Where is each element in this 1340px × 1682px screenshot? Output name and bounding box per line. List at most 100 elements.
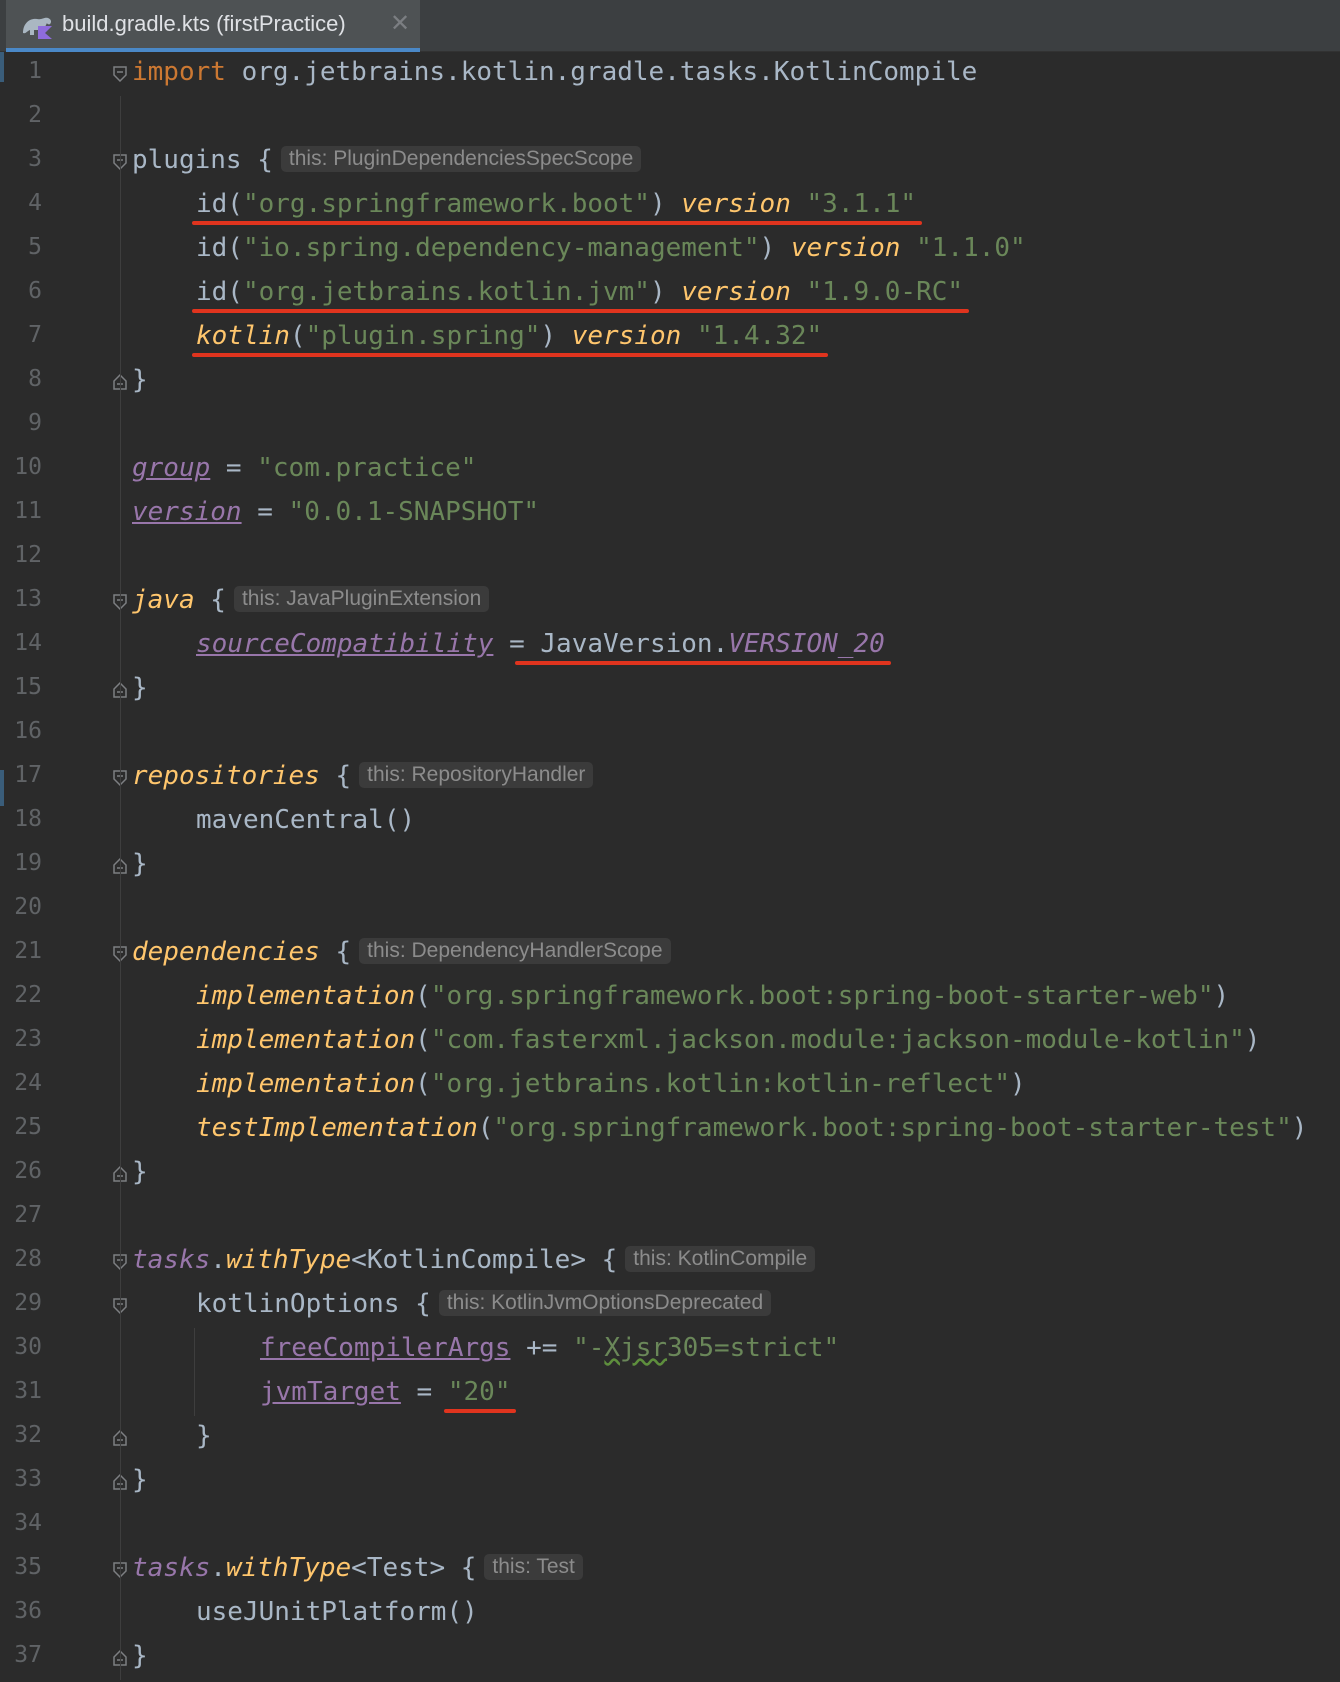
line-number: 21 xyxy=(14,938,42,964)
code-text: } xyxy=(132,1641,148,1671)
code-line[interactable]: 18 mavenCentral() xyxy=(0,800,1340,844)
code-line[interactable]: 2 xyxy=(0,96,1340,140)
code-token: ) xyxy=(1291,1113,1308,1143)
code-line[interactable]: 8} xyxy=(0,360,1340,404)
code-token: } xyxy=(132,673,148,703)
close-icon[interactable]: ✕ xyxy=(390,9,410,37)
red-underline-annotation xyxy=(443,1409,517,1413)
code-token: <KotlinCompile> { xyxy=(351,1245,618,1275)
code-line[interactable]: 26} xyxy=(0,1152,1340,1196)
code-text: dependencies {this: DependencyHandlerSco… xyxy=(132,937,671,967)
code-token: = xyxy=(400,1377,448,1407)
code-token: ( xyxy=(477,1113,494,1143)
code-line[interactable]: 5 id("io.spring.dependency-management") v… xyxy=(0,228,1340,272)
code-text: id("org.springframework.boot") version "… xyxy=(196,189,916,219)
code-text: id("org.jetbrains.kotlin.jvm") version "… xyxy=(196,277,963,307)
code-line[interactable]: 16 xyxy=(0,712,1340,756)
line-number: 33 xyxy=(14,1466,42,1492)
code-token: "com.fasterxml.jackson.module:jackson-mo… xyxy=(430,1025,1245,1055)
code-text: kotlinOptions {this: KotlinJvmOptionsDep… xyxy=(196,1289,772,1319)
code-text: } xyxy=(132,365,148,395)
code-text: implementation("org.springframework.boot… xyxy=(196,981,1229,1011)
code-text: } xyxy=(132,1157,148,1187)
code-line[interactable]: 13 java {this: JavaPluginExtension xyxy=(0,580,1340,624)
code-token: "io.spring.dependency-management" xyxy=(242,233,760,263)
code-line[interactable]: 37} xyxy=(0,1636,1340,1680)
line-number: 24 xyxy=(14,1070,42,1096)
code-token: "3.1.1" xyxy=(806,189,917,219)
code-line[interactable]: 35 tasks.withType<Test> {this: Test xyxy=(0,1548,1340,1592)
code-token: freeCompilerArgs xyxy=(260,1333,511,1363)
code-token: plugins { xyxy=(132,145,273,175)
code-token: version xyxy=(571,321,682,351)
code-line[interactable]: 36 useJUnitPlatform() xyxy=(0,1592,1340,1636)
code-line[interactable]: 28 tasks.withType<KotlinCompile> {this: K… xyxy=(0,1240,1340,1284)
line-number: 26 xyxy=(14,1158,42,1184)
code-token: "plugin.spring" xyxy=(305,321,541,351)
inlay-type-hint: this: KotlinJvmOptionsDeprecated xyxy=(438,1290,772,1316)
fold-collapse-icon[interactable] xyxy=(112,66,128,82)
code-text: } xyxy=(132,1465,148,1495)
code-line[interactable]: 33} xyxy=(0,1460,1340,1504)
code-text: useJUnitPlatform() xyxy=(196,1597,478,1627)
line-number: 34 xyxy=(14,1510,42,1536)
code-token: "org.springframework.boot" xyxy=(242,189,650,219)
code-line[interactable]: 22 implementation("org.springframework.bo… xyxy=(0,976,1340,1020)
code-text: repositories {this: RepositoryHandler xyxy=(132,761,594,791)
editor-tab-build-gradle-kts[interactable]: build.gradle.kts (firstPractice) ✕ xyxy=(6,0,420,52)
code-line[interactable]: 1 import org.jetbrains.kotlin.gradle.task… xyxy=(0,52,1340,96)
code-line[interactable]: 20 xyxy=(0,888,1340,932)
code-token: "1.4.32" xyxy=(696,321,823,351)
code-line[interactable]: 34 xyxy=(0,1504,1340,1548)
code-editor[interactable]: 1 import org.jetbrains.kotlin.gradle.task… xyxy=(0,52,1340,1682)
code-line[interactable]: 23 implementation("com.fasterxml.jackson.… xyxy=(0,1020,1340,1064)
code-line[interactable]: 27 xyxy=(0,1196,1340,1240)
code-token: version xyxy=(132,497,242,527)
code-line[interactable]: 15} xyxy=(0,668,1340,712)
line-number: 31 xyxy=(14,1378,42,1404)
code-line[interactable]: 29 kotlinOptions {this: KotlinJvmOptionsD… xyxy=(0,1284,1340,1328)
code-token: ) xyxy=(759,233,791,263)
code-token: id( xyxy=(196,233,243,263)
code-line[interactable]: 19} xyxy=(0,844,1340,888)
code-line[interactable]: 31 jvmTarget = "20" xyxy=(0,1372,1340,1416)
code-line[interactable]: 30 freeCompilerArgs += "-Xjsr305=strict" xyxy=(0,1328,1340,1372)
line-number: 32 xyxy=(14,1422,42,1448)
code-line[interactable]: 25 testImplementation("org.springframewor… xyxy=(0,1108,1340,1152)
code-line[interactable]: 21 dependencies {this: DependencyHandlerS… xyxy=(0,932,1340,976)
code-token: ( xyxy=(415,1025,431,1055)
code-token: "org.springframework.boot:spring-boot-st… xyxy=(430,981,1214,1011)
line-number: 35 xyxy=(14,1554,42,1580)
line-number: 23 xyxy=(14,1026,42,1052)
code-line[interactable]: 32} xyxy=(0,1416,1340,1460)
code-text: implementation("org.jetbrains.kotlin:kot… xyxy=(196,1069,1026,1099)
code-line[interactable]: 3 plugins {this: PluginDependenciesSpecSc… xyxy=(0,140,1340,184)
code-line[interactable]: 24 implementation("org.jetbrains.kotlin:k… xyxy=(0,1064,1340,1108)
line-number: 28 xyxy=(14,1246,42,1272)
code-token: += xyxy=(510,1333,574,1363)
code-text: testImplementation("org.springframework.… xyxy=(196,1113,1307,1143)
code-token: repositories xyxy=(132,761,320,791)
line-number: 2 xyxy=(28,102,42,128)
line-number: 8 xyxy=(28,366,42,392)
code-text: sourceCompatibility = JavaVersion.VERSIO… xyxy=(196,629,885,659)
code-token: kotlin xyxy=(196,321,290,351)
code-token: } xyxy=(132,1641,148,1671)
line-number: 3 xyxy=(28,146,42,172)
code-line[interactable]: 9 xyxy=(0,404,1340,448)
inlay-type-hint: this: KotlinCompile xyxy=(625,1246,816,1272)
line-number: 11 xyxy=(14,498,42,524)
code-token: dependencies xyxy=(132,937,320,967)
code-token: java xyxy=(132,585,195,615)
line-number: 16 xyxy=(14,718,42,744)
code-token: = xyxy=(210,453,258,483)
code-token: } xyxy=(132,1465,148,1495)
code-line[interactable]: 17 repositories {this: RepositoryHandler xyxy=(0,756,1340,800)
code-line[interactable]: 10 group = "com.practice" xyxy=(0,448,1340,492)
code-line[interactable]: 12 xyxy=(0,536,1340,580)
red-underline-annotation xyxy=(515,661,891,665)
code-line[interactable]: 11 version = "0.0.1-SNAPSHOT" xyxy=(0,492,1340,536)
code-token: "com.practice" xyxy=(257,453,477,483)
